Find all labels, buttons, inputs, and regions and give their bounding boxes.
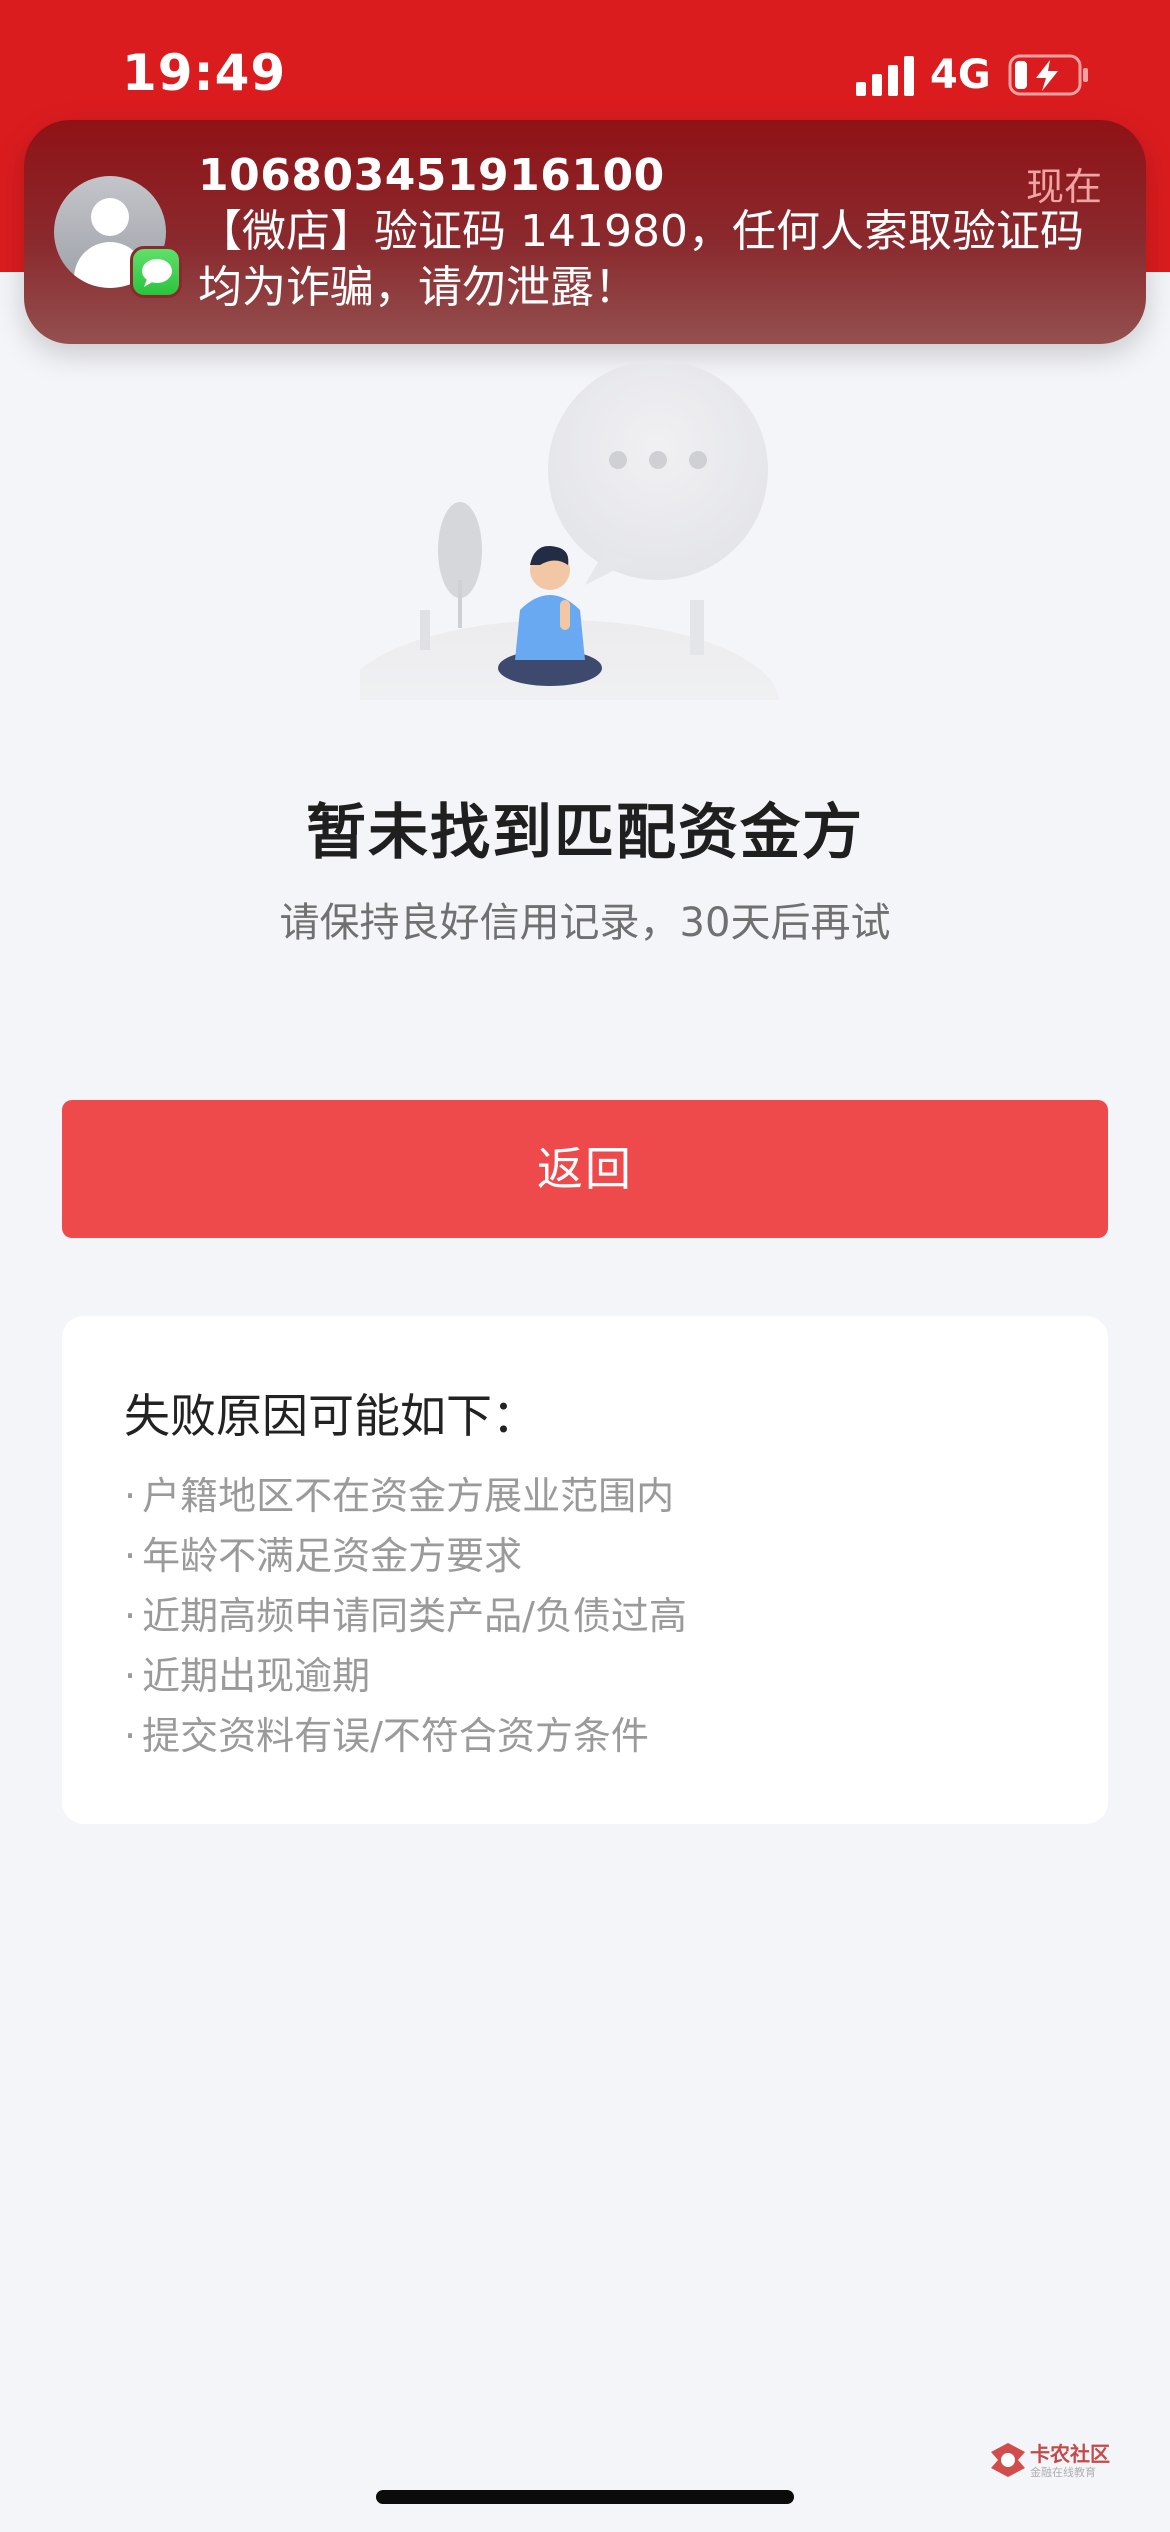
battery-charging-icon [1008, 54, 1088, 96]
empty-result-illustration [360, 360, 780, 700]
result-subtitle: 请保持良好信用记录，30天后再试 [279, 900, 891, 946]
messages-app-icon [130, 246, 182, 298]
notification-sender: 106803451916100 [198, 150, 665, 201]
watermark-logo-icon [991, 2443, 1025, 2477]
watermark-subtext: 金融在线教育 [1030, 2466, 1096, 2479]
reason-item: · 近期出现逾期 [124, 1654, 371, 1698]
notification-time: 现在 [1025, 165, 1102, 209]
network-type: 4G [930, 52, 991, 98]
watermark-text: 卡农社区 [1030, 2442, 1110, 2466]
status-time: 19:49 [122, 44, 287, 102]
sms-notification-banner[interactable]: 106803451916100 现在 【微店】验证码 141980，任何人索取验… [24, 120, 1146, 344]
reasons-title: 失败原因可能如下： [124, 1389, 538, 1443]
reason-item: · 户籍地区不在资金方展业范围内 [124, 1474, 675, 1518]
reason-item: · 提交资料有误/不符合资方条件 [124, 1714, 649, 1758]
home-indicator[interactable] [376, 2490, 794, 2504]
reason-item: · 年龄不满足资金方要求 [124, 1534, 523, 1578]
watermark: 卡农社区 金融在线教育 [988, 2438, 1118, 2486]
cellular-signal-icon [856, 56, 914, 96]
reason-item: · 近期高频申请同类产品/负债过高 [124, 1594, 687, 1638]
back-button[interactable]: 返回 [62, 1100, 1108, 1238]
reasons-list: · 户籍地区不在资金方展业范围内 · 年龄不满足资金方要求 · 近期高频申请同类产品/… [124, 1466, 687, 1766]
result-title: 暂未找到匹配资金方 [306, 798, 864, 868]
notification-body: 【微店】验证码 141980，任何人索取验证码均为诈骗，请勿泄露！ [198, 206, 1084, 313]
failure-reasons-card: 失败原因可能如下： · 户籍地区不在资金方展业范围内 · 年龄不满足资金方要求 · 近… [62, 1316, 1108, 1824]
